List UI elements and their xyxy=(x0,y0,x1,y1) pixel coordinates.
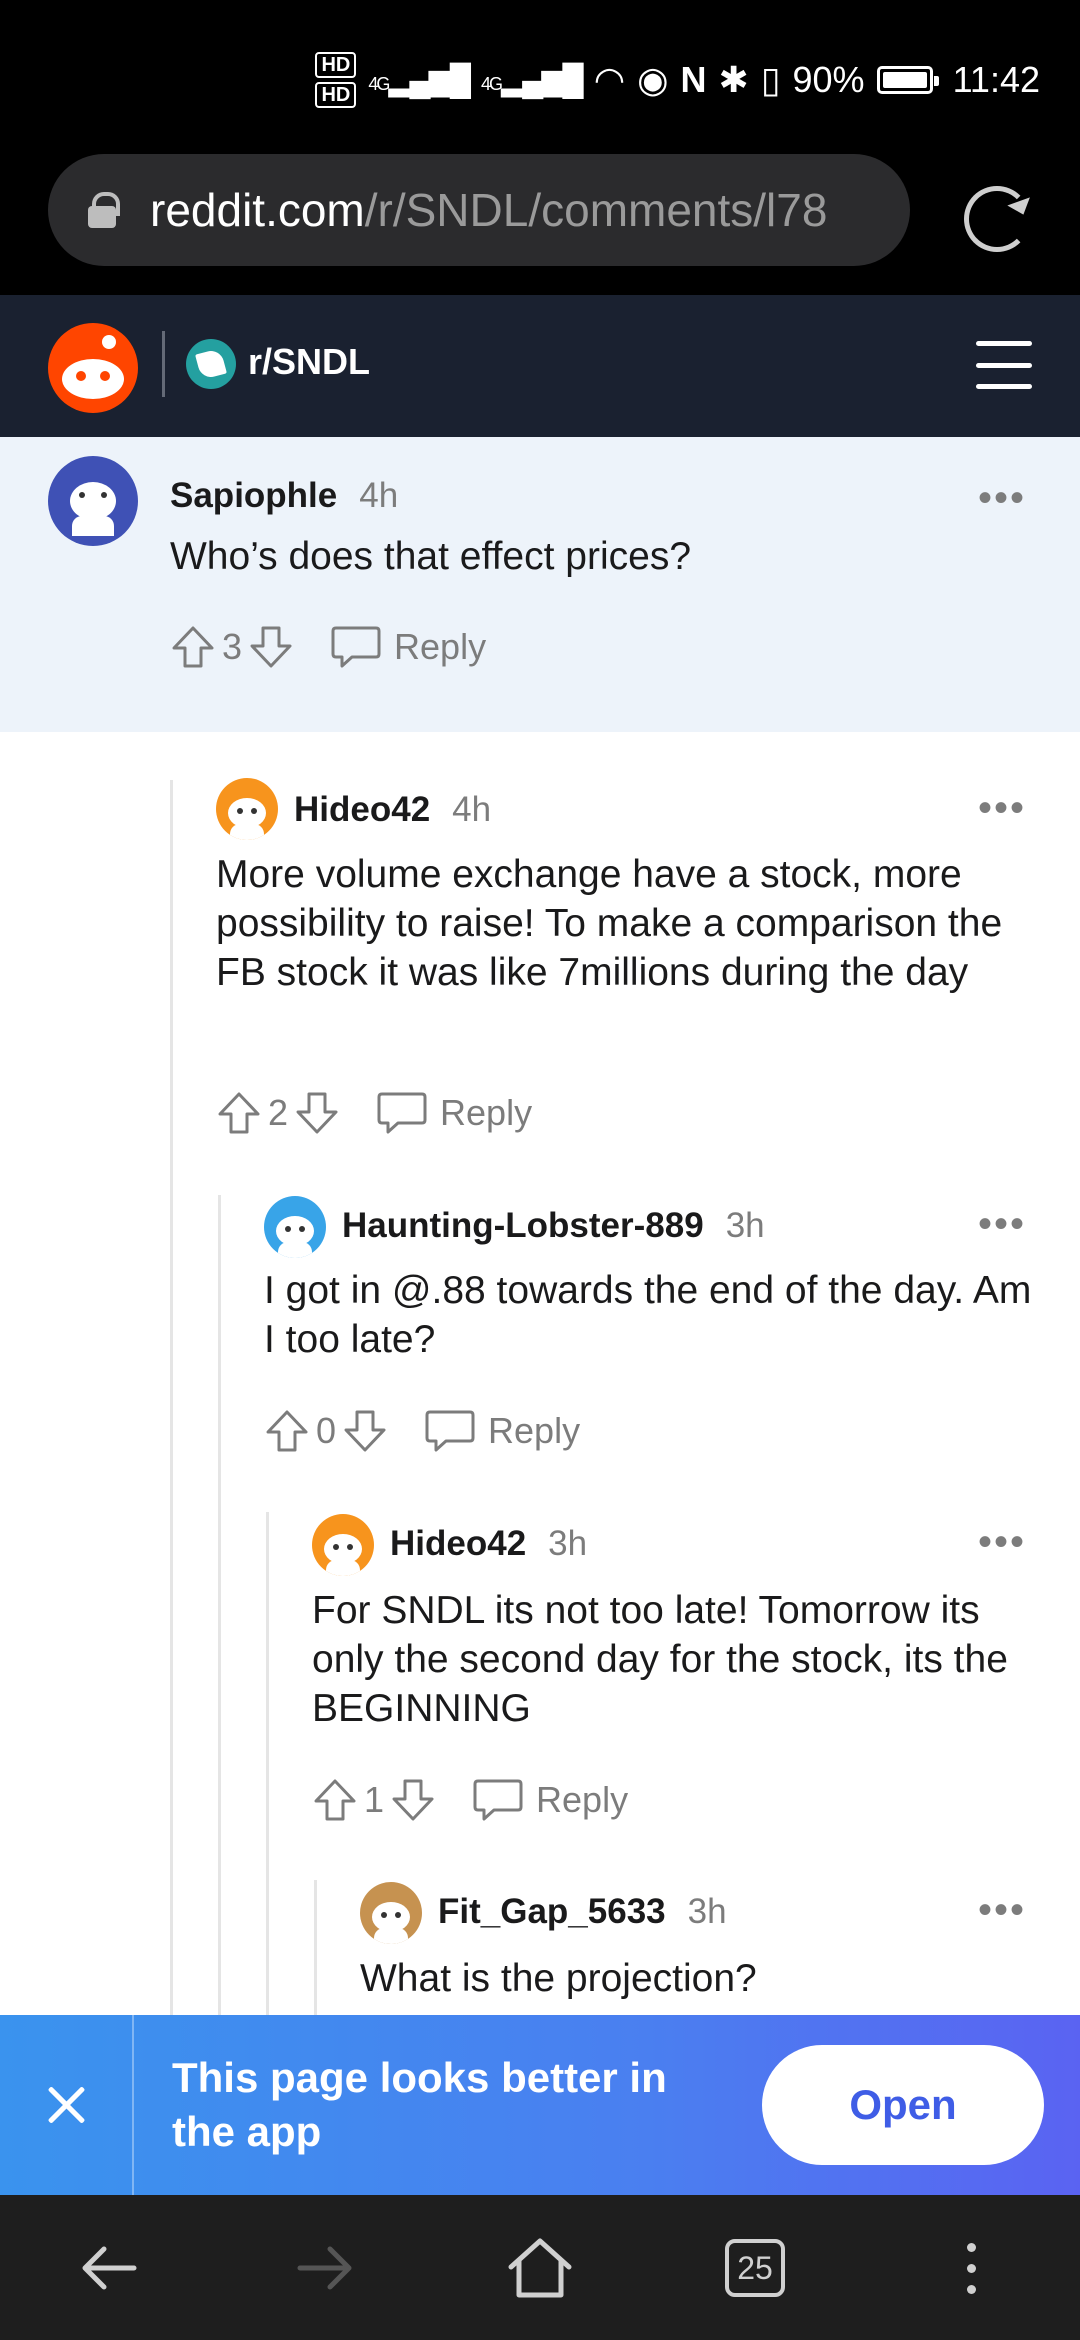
vibrate-icon: ▯ xyxy=(760,59,781,100)
upvote-icon[interactable] xyxy=(216,1090,262,1136)
wifi-icon: ◠ xyxy=(593,59,626,100)
avatar[interactable] xyxy=(264,1196,326,1258)
subreddit-icon[interactable] xyxy=(186,339,236,389)
reddit-header: r/SNDL xyxy=(0,295,1080,437)
more-options-icon[interactable]: ••• xyxy=(978,1204,1026,1244)
avatar[interactable] xyxy=(360,1882,422,1944)
comment-author[interactable]: Fit_Gap_5633 3h xyxy=(438,1892,727,1932)
downvote-icon[interactable] xyxy=(294,1090,340,1136)
downvote-icon[interactable] xyxy=(248,624,294,670)
more-options-icon[interactable]: ••• xyxy=(978,788,1026,828)
reply-button[interactable]: Reply xyxy=(424,1408,580,1454)
reddit-logo-icon[interactable] xyxy=(48,323,138,413)
avatar[interactable] xyxy=(216,778,278,840)
home-icon[interactable] xyxy=(505,2233,575,2303)
comment-time: 4h xyxy=(452,790,492,829)
avatar[interactable] xyxy=(312,1514,374,1576)
comment-actions: 2 Reply xyxy=(216,1090,532,1136)
thread-line[interactable] xyxy=(170,780,173,2015)
comment-text: What is the projection? xyxy=(360,1957,757,2000)
more-options-icon[interactable]: ••• xyxy=(978,1522,1026,1562)
more-menu-icon[interactable] xyxy=(936,2233,1006,2303)
comment-icon xyxy=(425,1410,475,1452)
comment-time: 4h xyxy=(359,476,399,515)
signal-icon: 4G▂▄▆█ xyxy=(368,63,471,97)
upvote-icon[interactable] xyxy=(170,624,216,670)
upvote-icon[interactable] xyxy=(312,1777,358,1823)
comment-author[interactable]: Hideo42 3h xyxy=(390,1524,587,1564)
highlighted-comment xyxy=(0,437,1080,732)
vote-count: 3 xyxy=(222,626,243,667)
vote-count: 1 xyxy=(364,1779,385,1820)
reload-icon[interactable] xyxy=(964,186,1030,252)
downvote-icon[interactable] xyxy=(390,1777,436,1823)
tabs-button[interactable]: 25 xyxy=(720,2233,790,2303)
nfc-icon: N xyxy=(680,59,707,100)
comment-time: 3h xyxy=(548,1524,588,1563)
open-app-button[interactable]: Open xyxy=(762,2045,1044,2165)
reply-button[interactable]: Reply xyxy=(376,1090,532,1136)
hd-indicator: HD HD xyxy=(315,52,357,108)
header-divider xyxy=(162,331,165,397)
bluetooth-icon: ✱ xyxy=(718,59,749,100)
subreddit-name[interactable]: r/SNDL xyxy=(248,341,370,383)
clock: 11:42 xyxy=(952,59,1040,100)
comment-author[interactable]: Hideo42 4h xyxy=(294,790,491,830)
vote-count: 0 xyxy=(316,1410,337,1451)
comment-time: 3h xyxy=(687,1892,727,1931)
battery-percent: 90% xyxy=(792,59,865,100)
url-text[interactable]: reddit.com/r/SNDL/comments/l78 xyxy=(150,183,827,237)
comment-text: I got in @.88 towards the end of the day… xyxy=(264,1269,1032,1361)
forward-icon[interactable] xyxy=(290,2233,360,2303)
comment-actions: 3 Reply xyxy=(170,624,486,670)
banner-divider xyxy=(132,2015,134,2195)
close-icon[interactable] xyxy=(44,2083,88,2127)
status-bar: HD HD 4G▂▄▆█ 4G▂▄▆█ ◠ ◉ N ✱ ▯ 90% 11:42 xyxy=(0,0,1080,150)
comment-actions: 1 Reply xyxy=(312,1777,628,1823)
eye-icon: ◉ xyxy=(637,59,669,100)
thread-line[interactable] xyxy=(314,1880,317,2015)
battery-icon xyxy=(876,66,939,94)
comment-icon xyxy=(331,626,381,668)
reply-button[interactable]: Reply xyxy=(472,1777,628,1823)
thread-line[interactable] xyxy=(218,1195,221,2015)
comment-time: 3h xyxy=(725,1206,765,1245)
address-bar[interactable]: reddit.com/r/SNDL/comments/l78 xyxy=(48,154,910,266)
comment-author[interactable]: Haunting-Lobster-889 3h xyxy=(342,1206,765,1246)
status-icons: HD HD 4G▂▄▆█ 4G▂▄▆█ ◠ ◉ N ✱ ▯ 90% 11:42 xyxy=(315,52,1040,108)
comment-author[interactable]: Sapiophle 4h xyxy=(170,476,398,516)
more-options-icon[interactable]: ••• xyxy=(978,478,1026,518)
comment-text: For SNDL its not too late! Tomorrow its … xyxy=(312,1589,1008,1730)
browser-bottom-nav: 25 xyxy=(0,2195,1080,2340)
menu-icon[interactable] xyxy=(976,341,1032,389)
comment-actions: 0 Reply xyxy=(264,1408,580,1454)
thread-line[interactable] xyxy=(266,1512,269,2015)
comment-text: Who’s does that effect prices? xyxy=(170,535,692,578)
lock-icon xyxy=(88,192,120,228)
banner-message: This page looks better in the app xyxy=(172,2054,667,2155)
reply-button[interactable]: Reply xyxy=(330,624,486,670)
comment-icon xyxy=(377,1092,427,1134)
tab-count: 25 xyxy=(725,2239,785,2297)
open-in-app-banner: This page looks better in the app Open xyxy=(0,2015,1080,2195)
upvote-icon[interactable] xyxy=(264,1408,310,1454)
comment-icon xyxy=(473,1779,523,1821)
back-icon[interactable] xyxy=(74,2233,144,2303)
downvote-icon[interactable] xyxy=(342,1408,388,1454)
more-options-icon[interactable]: ••• xyxy=(978,1890,1026,1930)
browser-toolbar: reddit.com/r/SNDL/comments/l78 xyxy=(0,150,1080,295)
vote-count: 2 xyxy=(268,1092,289,1133)
signal-icon-2: 4G▂▄▆█ xyxy=(481,63,584,97)
avatar[interactable] xyxy=(48,456,138,546)
comment-text: More volume exchange have a stock, more … xyxy=(216,853,1003,994)
